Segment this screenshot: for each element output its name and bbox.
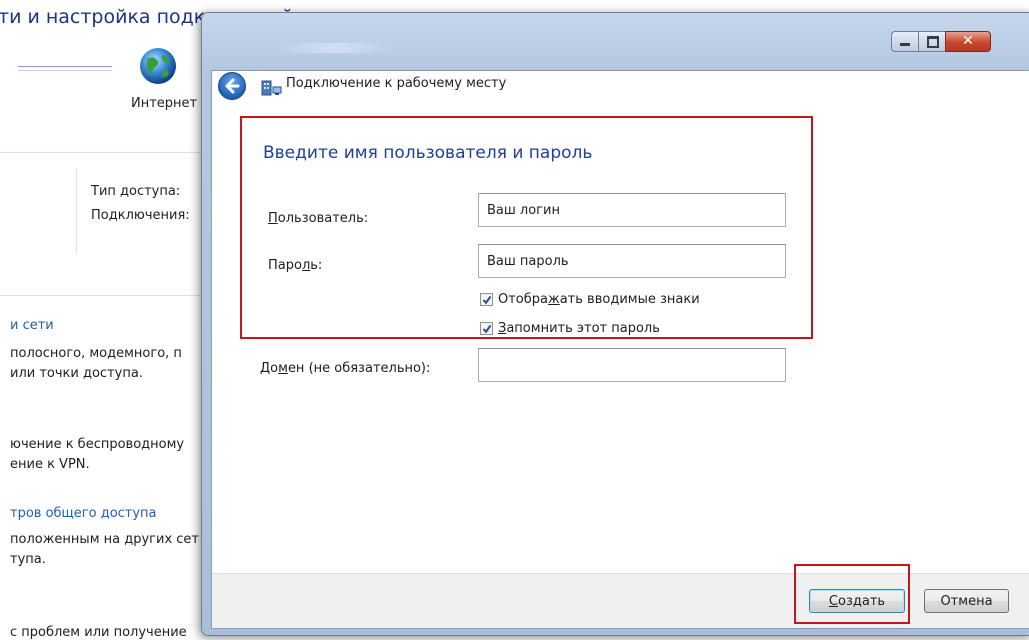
minimize-icon bbox=[900, 43, 910, 46]
internet-globe-icon bbox=[140, 48, 176, 84]
connect-network-desc: ючение к беспроводному bbox=[10, 437, 185, 452]
domain-label-text: ен (не обязательно): bbox=[287, 361, 431, 376]
setup-connection-desc: или точки доступа. bbox=[10, 366, 143, 381]
divider bbox=[0, 152, 210, 153]
sharing-options-desc: положенным на других сет bbox=[10, 532, 199, 547]
maximize-button[interactable] bbox=[918, 31, 946, 52]
troubleshoot-desc: с проблем или получение bbox=[10, 625, 187, 640]
internet-label: Интернет bbox=[131, 96, 198, 111]
domain-label-pre: До bbox=[260, 361, 279, 376]
vpn-connection-dialog: ✕ Подключение к рабочему месту Введите и… bbox=[201, 12, 1029, 636]
setup-connection-link[interactable]: и сети bbox=[10, 318, 54, 333]
access-type-label: Тип доступа: bbox=[91, 184, 181, 199]
sharing-options-desc: тупа. bbox=[10, 552, 46, 567]
connect-network-desc: ение к VPN. bbox=[10, 457, 90, 472]
back-button[interactable] bbox=[218, 72, 246, 100]
dialog-caption bbox=[274, 43, 394, 53]
workplace-network-icon bbox=[261, 80, 282, 96]
connection-line bbox=[18, 66, 112, 71]
divider bbox=[76, 168, 77, 254]
back-arrow-icon bbox=[225, 78, 240, 94]
close-button[interactable]: ✕ bbox=[945, 31, 991, 52]
sharing-options-link[interactable]: тров общего доступа bbox=[10, 506, 157, 521]
setup-connection-desc: полосного, модемного, п bbox=[10, 346, 182, 361]
window-controls: ✕ bbox=[891, 31, 991, 52]
close-icon: ✕ bbox=[962, 33, 974, 49]
maximize-icon bbox=[927, 36, 939, 48]
minimize-button[interactable] bbox=[891, 31, 919, 52]
domain-label: Домен (не обязательно): bbox=[260, 361, 430, 376]
create-button-highlight bbox=[794, 564, 910, 624]
connections-label: Подключения: bbox=[91, 208, 190, 223]
domain-input[interactable] bbox=[478, 348, 786, 382]
divider bbox=[0, 295, 210, 296]
dialog-title: Подключение к рабочему месту bbox=[286, 76, 507, 91]
domain-label-accel: м bbox=[278, 361, 288, 376]
credentials-highlight bbox=[240, 116, 813, 339]
cancel-button[interactable]: Отмена bbox=[924, 589, 1009, 613]
